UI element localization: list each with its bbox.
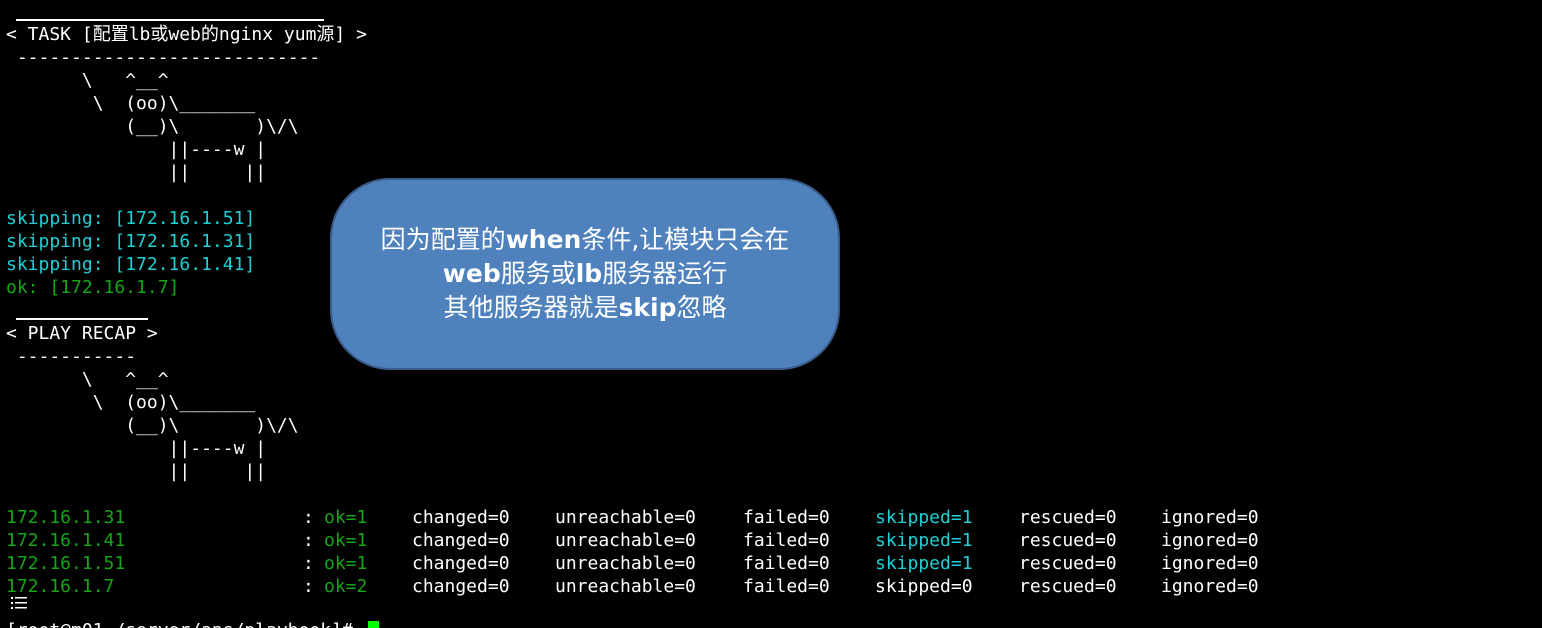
recap-changed: changed=0 <box>412 576 510 597</box>
cowsay-line: \ ^__^ <box>6 369 169 390</box>
recap-colon: : <box>303 530 314 551</box>
recap-colon: : <box>303 553 314 574</box>
recap-banner-dashes: ----------- <box>6 346 137 367</box>
recap-unreachable: unreachable=0 <box>555 530 696 551</box>
cowsay-line: \ (oo)\_______ <box>6 93 256 114</box>
recap-rescued: rescued=0 <box>1019 530 1117 551</box>
task-result-skipping: skipping: [172.16.1.51] <box>6 208 256 229</box>
recap-unreachable: unreachable=0 <box>555 576 696 597</box>
task-banner-underscore <box>16 19 324 21</box>
task-result-skipping: skipping: [172.16.1.41] <box>6 254 256 275</box>
recap-host: 172.16.1.7 <box>6 576 115 597</box>
recap-ok: ok=2 <box>324 576 368 597</box>
recap-ok: ok=1 <box>324 553 368 574</box>
cowsay-line: ||----w | <box>6 139 267 160</box>
recap-failed: failed=0 <box>743 507 830 528</box>
recap-ok: ok=1 <box>324 507 368 528</box>
shell-prompt: [root@m01 /server/ans/playbook]# <box>6 619 353 628</box>
recap-ignored: ignored=0 <box>1161 553 1259 574</box>
callout-line-3: 其他服务器就是skip忽略 <box>443 293 727 322</box>
terminal-cursor[interactable] <box>368 621 379 628</box>
recap-colon: : <box>303 507 314 528</box>
recap-ignored: ignored=0 <box>1161 507 1259 528</box>
cowsay-line: ||----w | <box>6 438 267 459</box>
recap-banner-underscore <box>16 318 148 320</box>
callout-line-1: 因为配置的when条件,让模块只会在 <box>380 225 790 254</box>
task-banner-title: < TASK [配置lb或web的nginx yum源] > <box>6 24 367 45</box>
recap-changed: changed=0 <box>412 530 510 551</box>
cowsay-line: || || <box>6 162 267 183</box>
recap-row: 172.16.1.41 : ok=1 changed=0 unreachable… <box>0 529 1542 552</box>
recap-changed: changed=0 <box>412 553 510 574</box>
recap-rescued: rescued=0 <box>1019 576 1117 597</box>
annotation-callout: 因为配置的when条件,让模块只会在 web服务或lb服务器运行 其他服务器就是… <box>330 178 840 370</box>
cowsay-line: (__)\ )\/\ <box>6 415 299 436</box>
recap-colon: : <box>303 576 314 597</box>
cowsay-line: (__)\ )\/\ <box>6 116 299 137</box>
recap-changed: changed=0 <box>412 507 510 528</box>
recap-failed: failed=0 <box>743 553 830 574</box>
cowsay-line: || || <box>6 461 267 482</box>
recap-host: 172.16.1.31 <box>6 507 126 528</box>
list-menu-icon[interactable] <box>11 596 27 610</box>
recap-host: 172.16.1.41 <box>6 530 126 551</box>
task-result-ok: ok: [172.16.1.7] <box>6 277 180 298</box>
cowsay-line: \ (oo)\_______ <box>6 392 256 413</box>
cowsay-line: \ ^__^ <box>6 70 169 91</box>
recap-row: 172.16.1.51 : ok=1 changed=0 unreachable… <box>0 552 1542 575</box>
recap-row: 172.16.1.7 : ok=2 changed=0 unreachable=… <box>0 575 1542 598</box>
recap-rescued: rescued=0 <box>1019 507 1117 528</box>
recap-skipped: skipped=1 <box>875 553 973 574</box>
callout-line-2: web服务或lb服务器运行 <box>442 259 728 288</box>
recap-banner-title: < PLAY RECAP > <box>6 323 158 344</box>
recap-failed: failed=0 <box>743 576 830 597</box>
task-banner-dashes: ---------------------------- <box>6 47 321 68</box>
recap-host: 172.16.1.51 <box>6 553 126 574</box>
recap-rescued: rescued=0 <box>1019 553 1117 574</box>
task-result-skipping: skipping: [172.16.1.31] <box>6 231 256 252</box>
recap-failed: failed=0 <box>743 530 830 551</box>
recap-ignored: ignored=0 <box>1161 530 1259 551</box>
terminal-window[interactable]: < TASK [配置lb或web的nginx yum源] > ---------… <box>0 0 1542 628</box>
recap-skipped: skipped=1 <box>875 507 973 528</box>
recap-skipped: skipped=0 <box>875 576 973 597</box>
recap-skipped: skipped=1 <box>875 530 973 551</box>
recap-ignored: ignored=0 <box>1161 576 1259 597</box>
recap-unreachable: unreachable=0 <box>555 507 696 528</box>
recap-unreachable: unreachable=0 <box>555 553 696 574</box>
recap-ok: ok=1 <box>324 530 368 551</box>
recap-row: 172.16.1.31 : ok=1 changed=0 unreachable… <box>0 506 1542 529</box>
